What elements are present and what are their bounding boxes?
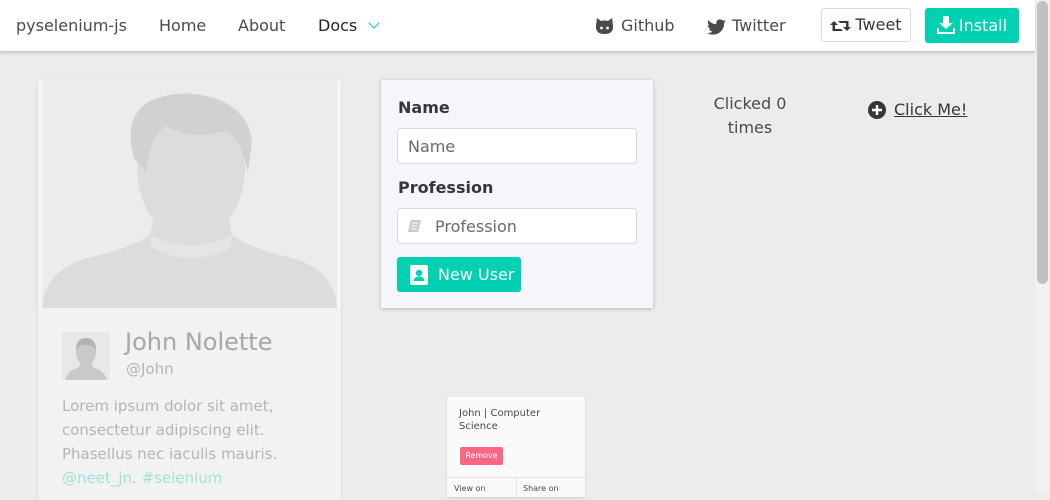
scrollbar[interactable]	[1035, 0, 1050, 492]
click-counter: Clicked 0 times	[713, 94, 787, 137]
profile-placeholder-image	[42, 80, 337, 308]
person-silhouette-icon	[42, 93, 337, 308]
github-label: Github	[621, 16, 675, 35]
nav-home-link[interactable]: Home	[159, 0, 206, 51]
profile-name: John Nolette	[125, 328, 273, 356]
profession-label: Profession	[398, 178, 494, 197]
retweet-icon	[830, 21, 852, 31]
profile-info: John Nolette @John Lorem ipsum dolor sit…	[38, 308, 341, 500]
click-me-label: Click Me!	[894, 100, 968, 119]
brand-link[interactable]: pyselenium-js	[16, 0, 127, 51]
avatar	[62, 332, 110, 380]
profession-input[interactable]	[397, 208, 637, 244]
footer-divider	[516, 478, 517, 498]
new-user-button[interactable]: New User	[397, 257, 521, 292]
github-icon	[595, 18, 614, 34]
chevron-down-icon[interactable]	[368, 17, 380, 29]
profile-handle: @John	[126, 360, 174, 378]
nav-docs-dropdown[interactable]: Docs	[318, 0, 357, 51]
nav-about-link[interactable]: About	[238, 0, 285, 51]
profile-bio-text: Lorem ipsum dolor sit amet, consectetur …	[62, 397, 278, 463]
twitter-icon	[707, 19, 726, 35]
name-label: Name	[398, 98, 450, 117]
user-card-footer: View on Share on	[447, 477, 585, 498]
tag-link[interactable]: @neet_jn	[62, 469, 132, 487]
avatar-silhouette-icon	[65, 338, 107, 380]
twitter-link[interactable]: Twitter	[707, 0, 786, 51]
twitter-label: Twitter	[732, 16, 786, 35]
address-book-icon	[410, 265, 428, 285]
tweet-label: Tweet	[855, 15, 902, 34]
book-icon	[408, 220, 421, 232]
tweet-button[interactable]: Tweet	[821, 8, 911, 42]
tag-link[interactable]: #selenium	[142, 469, 223, 487]
remove-button[interactable]: Remove	[460, 447, 503, 465]
name-input[interactable]	[397, 128, 637, 164]
navbar: pyselenium-js Home About Docs Github Twi…	[0, 0, 1035, 51]
click-me-link[interactable]: Click Me!	[868, 100, 967, 119]
plus-circle-icon	[868, 101, 886, 119]
user-card-title: John | Computer Science	[459, 408, 541, 432]
scrollbar-thumb[interactable]	[1037, 1, 1048, 284]
install-button[interactable]: Install	[925, 8, 1019, 43]
profile-bio: Lorem ipsum dolor sit amet, consectetur …	[62, 397, 278, 487]
download-icon	[936, 16, 955, 34]
github-link[interactable]: Github	[594, 0, 675, 51]
install-label: Install	[958, 16, 1008, 35]
user-card: John | Computer Science Remove View on S…	[447, 397, 585, 498]
new-user-label: New User	[438, 265, 515, 284]
new-user-form: Name Profession New User	[381, 80, 653, 308]
profile-card: John Nolette @John Lorem ipsum dolor sit…	[38, 80, 341, 500]
